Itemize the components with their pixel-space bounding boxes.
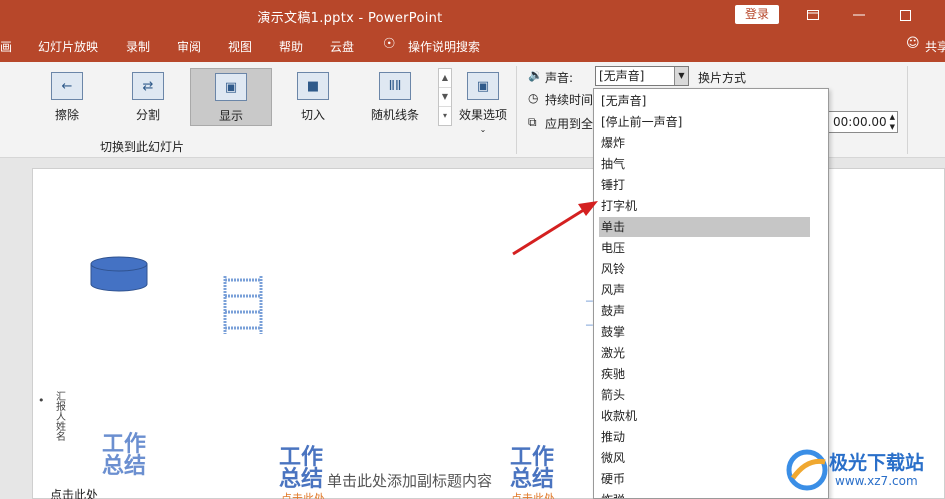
sound-option[interactable]: 微风 xyxy=(599,448,810,468)
wipe-icon: ← xyxy=(51,72,83,100)
orange-placeholder-1[interactable]: 点击此处 xyxy=(281,490,325,499)
advance-time-value: 00:00.00 xyxy=(833,115,887,129)
transition-cut-button[interactable]: ■ 切入 xyxy=(278,68,348,126)
transition-label: 随机线条 xyxy=(370,108,419,122)
effect-options-icon: ▣ xyxy=(467,72,499,100)
ribbon-separator xyxy=(516,66,517,154)
watermark-site-name: 极光下载站 xyxy=(829,452,925,474)
gallery-up-icon[interactable]: ▲ xyxy=(439,69,451,88)
sound-option[interactable]: 激光 xyxy=(599,343,810,363)
advance-time-input[interactable]: 00:00.00 ▲ ▼ xyxy=(828,111,898,133)
lightbulb-icon[interactable]: ☉ xyxy=(383,36,396,52)
partial-shape-marker: ─ xyxy=(586,295,593,308)
sound-select[interactable]: [无声音] ▼ xyxy=(595,66,689,86)
gallery-down-icon[interactable]: ▼ xyxy=(439,88,451,107)
menu-item-record[interactable]: 录制 xyxy=(126,38,150,55)
advance-slide-label: 换片方式 xyxy=(698,71,747,85)
bullet-dot: • xyxy=(38,394,45,407)
effect-options-label: 效果选项 xyxy=(458,108,507,122)
title-bar: 演示文稿1.pptx - PowerPoint 登录 xyxy=(0,0,945,30)
spinner-icon[interactable]: ▲ ▼ xyxy=(890,112,895,132)
maximize-icon[interactable] xyxy=(882,0,928,30)
sound-option[interactable]: [停止前一声音] xyxy=(599,112,810,132)
gallery-more-icon[interactable]: ▾ xyxy=(439,107,451,126)
share-person-icon[interactable]: ☺ xyxy=(906,36,920,51)
partial-shape-marker: ─ xyxy=(586,319,593,332)
subtitle-placeholder[interactable]: 单击此处添加副标题内容 xyxy=(327,470,492,491)
watermark-logo: 极光下载站 www.xz7.com xyxy=(785,444,945,496)
transition-reveal-button[interactable]: ▣ 显示 xyxy=(190,68,272,126)
chevron-down-icon[interactable]: ▼ xyxy=(674,67,688,85)
reveal-icon: ▣ xyxy=(215,73,247,101)
wordart-title-1[interactable]: 工作 总结 xyxy=(101,434,147,478)
cylinder-shape[interactable] xyxy=(90,256,148,292)
menu-item-partial[interactable]: 画 xyxy=(0,38,12,55)
sound-option[interactable]: 抽气 xyxy=(599,154,810,174)
apply-to-all-button[interactable]: 应用到全 xyxy=(545,115,593,132)
cut-icon: ■ xyxy=(297,72,329,100)
sound-option[interactable]: 疾驰 xyxy=(599,364,810,384)
wordart-title-2[interactable]: 工作 总结 xyxy=(278,447,324,491)
sound-option[interactable]: [无声音] xyxy=(599,91,810,111)
speaker-icon: 🔉 xyxy=(528,68,543,82)
menu-item-cloud[interactable]: 云盘 xyxy=(330,38,354,55)
watermark-url: www.xz7.com xyxy=(835,474,918,488)
sound-option[interactable]: 风铃 xyxy=(599,259,810,279)
sound-option[interactable]: 爆炸 xyxy=(599,133,810,153)
duration-label: 持续时间 xyxy=(545,93,594,107)
transition-split-button[interactable]: ⇄ 分割 xyxy=(113,68,183,126)
sound-option-selected[interactable]: 单击 xyxy=(599,217,810,237)
wordart-title-3[interactable]: 工作 总结 xyxy=(509,447,555,491)
ladder-shape[interactable] xyxy=(221,276,265,334)
window-title: 演示文稿1.pptx - PowerPoint xyxy=(257,11,443,26)
sound-option[interactable]: 硬币 xyxy=(599,469,810,489)
click-here-placeholder[interactable]: 点击此处 xyxy=(50,489,98,499)
sound-dropdown-list[interactable]: [无声音] [停止前一声音] 爆炸 抽气 锤打 打字机 单击 电压 风铃 风声 … xyxy=(593,88,829,499)
transition-wipe-button[interactable]: ← 擦除 xyxy=(32,68,102,126)
menu-item-view[interactable]: 视图 xyxy=(228,38,252,55)
sound-select-value: [无声音] xyxy=(599,69,645,83)
split-icon: ⇄ xyxy=(132,72,164,100)
sound-option[interactable]: 风声 xyxy=(599,280,810,300)
transition-label: 显示 xyxy=(218,109,243,123)
sound-option[interactable]: 箭头 xyxy=(599,385,810,405)
aurora-logo-icon xyxy=(786,449,828,491)
sound-option[interactable]: 鼓掌 xyxy=(599,322,810,342)
menu-item-review[interactable]: 审阅 xyxy=(177,38,201,55)
ribbon-separator xyxy=(907,66,908,154)
ribbon-display-options-icon[interactable] xyxy=(790,0,836,30)
menu-item-help[interactable]: 帮助 xyxy=(279,38,303,55)
minimize-icon[interactable] xyxy=(836,0,882,30)
clock-icon: ◷ xyxy=(528,91,539,105)
sound-option[interactable]: 打字机 xyxy=(599,196,810,216)
powerpoint-window: 演示文稿1.pptx - PowerPoint 登录 画 幻灯片放映 录制 审阅… xyxy=(0,0,945,499)
sound-label: 声音: xyxy=(545,71,574,85)
menu-bar: 画 幻灯片放映 录制 审阅 视图 帮助 云盘 ☉ 操作说明搜索 ☺ 共享 xyxy=(0,30,945,62)
reporter-name-placeholder[interactable]: 汇报 人姓 名 xyxy=(56,393,70,443)
gallery-scroll[interactable]: ▲ ▼ ▾ xyxy=(438,68,452,126)
transition-label: 切入 xyxy=(300,108,325,122)
transition-label: 分割 xyxy=(135,108,160,122)
sound-option[interactable]: 电压 xyxy=(599,238,810,258)
sound-option[interactable]: 锤打 xyxy=(599,175,810,195)
effect-options-button[interactable]: ▣ 效果选项 ⌄ xyxy=(452,68,514,134)
sound-option[interactable]: 收款机 xyxy=(599,406,810,426)
login-button[interactable]: 登录 xyxy=(735,5,779,24)
sound-option[interactable]: 炸弹 xyxy=(599,490,810,498)
orange-placeholder-2[interactable]: 点击此处 xyxy=(511,490,555,499)
chevron-down-icon: ⌄ xyxy=(479,125,487,134)
transition-label: 擦除 xyxy=(54,108,79,122)
menu-item-slideshow[interactable]: 幻灯片放映 xyxy=(38,38,98,55)
random-bars-icon: ⅡⅡ xyxy=(379,72,411,100)
apply-all-icon: ⧉ xyxy=(528,115,537,129)
sound-option[interactable]: 推动 xyxy=(599,427,810,447)
sound-option[interactable]: 鼓声 xyxy=(599,301,810,321)
transition-random-bars-button[interactable]: ⅡⅡ 随机线条 xyxy=(360,68,430,126)
group-label-transition: 切换到此幻灯片 xyxy=(100,140,185,154)
share-button[interactable]: 共享 xyxy=(925,38,945,55)
tell-me-search[interactable]: 操作说明搜索 xyxy=(408,38,480,55)
